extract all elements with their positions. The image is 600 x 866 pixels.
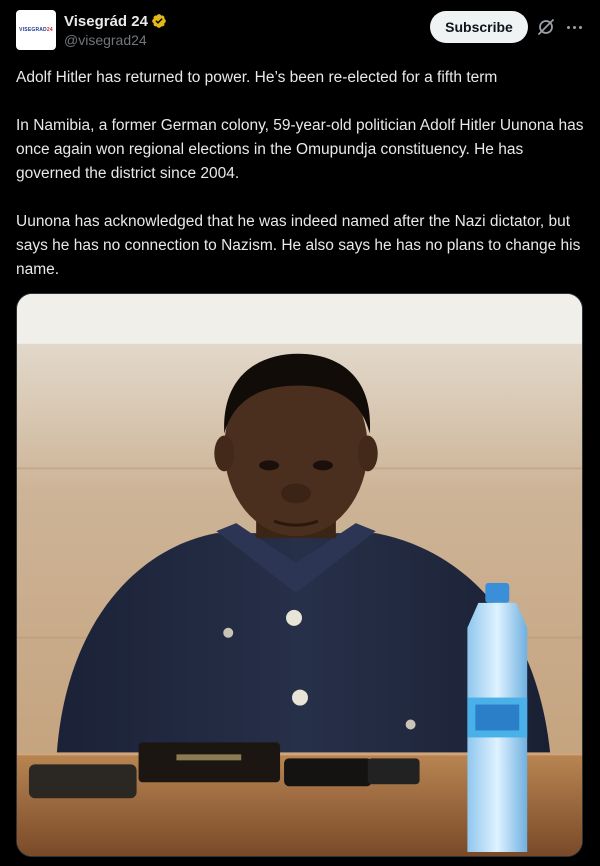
tweet-text: Adolf Hitler has returned to power. He’s… bbox=[16, 66, 586, 282]
photo-man-at-desk bbox=[17, 294, 582, 856]
display-name[interactable]: Visegrád 24 bbox=[64, 13, 148, 30]
tweet-post: VISEGRAD24 Visegrád 24 @visegrad24 Subsc… bbox=[0, 0, 600, 866]
author-info: Visegrád 24 @visegrad24 bbox=[64, 12, 167, 48]
display-name-row: Visegrád 24 bbox=[64, 12, 167, 30]
avatar[interactable]: VISEGRAD24 bbox=[16, 10, 56, 50]
tweet-header: VISEGRAD24 Visegrád 24 @visegrad24 Subsc… bbox=[16, 10, 584, 54]
tweet-paragraph: Uunona has acknowledged that he was inde… bbox=[16, 213, 581, 278]
more-options-icon[interactable] bbox=[564, 17, 584, 37]
tweet-paragraph: In Namibia, a former German colony, 59-y… bbox=[16, 117, 584, 182]
handle[interactable]: @visegrad24 bbox=[64, 32, 167, 48]
grok-icon[interactable] bbox=[536, 17, 556, 37]
avatar-logo-text: VISEGRAD24 bbox=[19, 27, 53, 33]
tweet-photo[interactable] bbox=[16, 293, 583, 857]
subscribe-button[interactable]: Subscribe bbox=[430, 11, 528, 43]
tweet-paragraph: Adolf Hitler has returned to power. He’s… bbox=[16, 69, 498, 86]
verified-badge-icon[interactable] bbox=[151, 13, 167, 29]
